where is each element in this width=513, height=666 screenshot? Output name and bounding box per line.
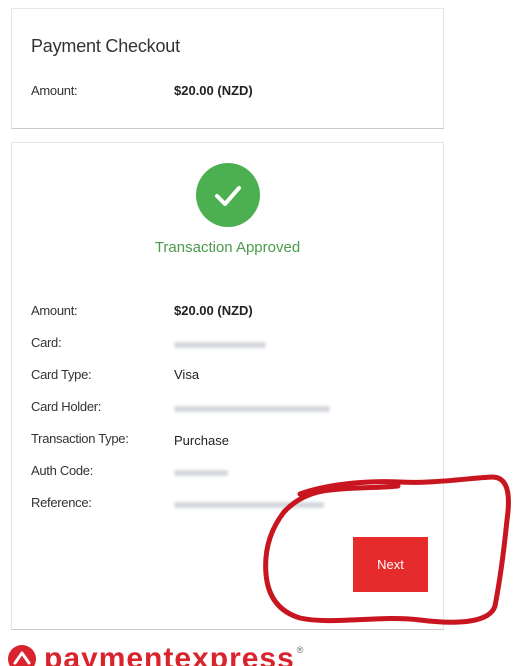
checkmark-icon	[196, 163, 260, 227]
checkout-amount-value: $20.00 (NZD)	[174, 83, 253, 98]
card-type-value: Visa	[174, 367, 200, 382]
card-holder-value-redacted	[174, 400, 330, 415]
reference-value-redacted	[174, 496, 324, 511]
checkout-amount-label: Amount:	[31, 83, 78, 98]
transaction-status: Transaction Approved	[154, 239, 301, 256]
registered-mark: ®	[296, 645, 304, 655]
next-button[interactable]: Next	[353, 537, 428, 592]
auth-code-value-redacted	[174, 464, 228, 479]
transaction-result-card: Transaction Approved Amount: $20.00 (NZD…	[11, 142, 444, 630]
card-label: Card:	[31, 335, 62, 350]
amount-value: $20.00 (NZD)	[174, 303, 253, 318]
card-type-label: Card Type:	[31, 367, 92, 382]
reference-label: Reference:	[31, 495, 92, 510]
checkout-summary-card: Payment Checkout Amount: $20.00 (NZD)	[11, 8, 444, 129]
card-value-redacted	[174, 336, 266, 351]
amount-label: Amount:	[31, 303, 78, 318]
card-holder-label: Card Holder:	[31, 399, 102, 414]
brand-logo: paymentexpress ®	[8, 641, 303, 666]
payment-express-logo-icon	[8, 645, 36, 666]
page-title: Payment Checkout	[31, 36, 180, 56]
transaction-type-value: Purchase	[174, 433, 229, 448]
brand-logo-text: paymentexpress	[44, 642, 295, 666]
auth-code-label: Auth Code:	[31, 463, 94, 478]
transaction-type-label: Transaction Type:	[31, 431, 129, 446]
